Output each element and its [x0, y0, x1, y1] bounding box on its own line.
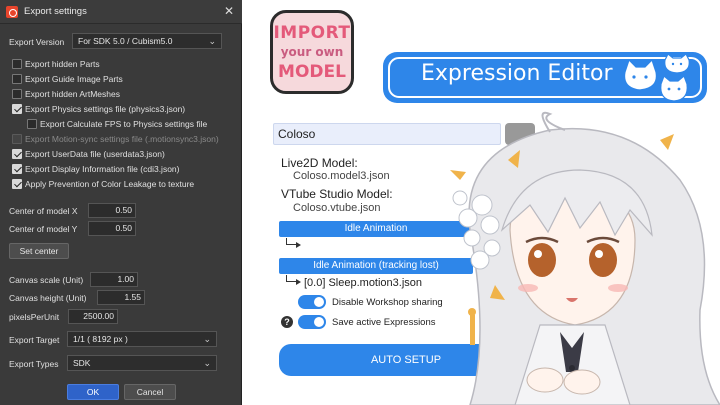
chevron-down-icon: ⌄ — [203, 334, 211, 344]
set-center-button[interactable]: Set center — [9, 243, 69, 259]
disable-workshop-label: Disable Workshop sharing — [332, 297, 443, 308]
checkbox-label: Export hidden ArtMeshes — [25, 89, 120, 99]
idle-lost-file: [0.0] Sleep.motion3.json — [304, 277, 423, 289]
badge-line-1: IMPORT — [273, 23, 351, 43]
checkbox-export-hidden-artmeshes[interactable] — [12, 89, 22, 99]
center-x-input[interactable]: 0.50 — [88, 203, 136, 218]
disable-workshop-toggle[interactable] — [298, 295, 326, 309]
ok-button[interactable]: OK — [67, 384, 119, 400]
import-model-badge: IMPORT your own MODEL — [270, 10, 354, 94]
export-version-label: Export Version — [9, 37, 65, 47]
checkbox-label: Export Motion-sync settings file (.motio… — [25, 134, 219, 144]
export-types-value: SDK — [73, 358, 91, 368]
checkbox-export-hidden-parts[interactable] — [12, 59, 22, 69]
help-icon[interactable]: ? — [281, 316, 293, 328]
export-types-label: Export Types — [9, 359, 59, 369]
save-expressions-label: Save active Expressions — [332, 317, 436, 328]
checkbox-label: Export hidden Parts — [25, 59, 100, 69]
expression-editor-banner: Expression Editor — [383, 52, 707, 103]
chevron-down-icon: ⌄ — [203, 358, 211, 368]
checkbox-export-guide-image-parts[interactable] — [12, 74, 22, 84]
checkbox-label: Export Calculate FPS to Physics settings… — [40, 119, 208, 129]
banner-title: Expression Editor — [421, 61, 613, 86]
badge-line-3: MODEL — [278, 62, 346, 82]
arrow-elbow-icon — [286, 275, 301, 285]
export-version-select[interactable]: For SDK 5.0 / Cubism5.0 ⌄ — [72, 33, 222, 49]
checkbox-label: Export Physics settings file (physics3.j… — [25, 104, 186, 114]
vts-model-heading: VTube Studio Model: — [281, 187, 393, 201]
export-target-select[interactable]: 1/1 ( 8192 px ) ⌄ — [67, 331, 217, 347]
export-target-value: 1/1 ( 8192 px ) — [73, 334, 128, 344]
export-settings-dialog: Export settings ✕ Export Version For SDK… — [0, 0, 242, 405]
checkbox-label: Export Guide Image Parts — [25, 74, 123, 84]
dialog-titlebar: Export settings ✕ — [0, 0, 242, 24]
dialog-title: Export settings — [24, 6, 87, 17]
badge-line-2: your own — [280, 45, 344, 59]
checkbox-label: Apply Prevention of Color Leakage to tex… — [25, 179, 195, 189]
center-y-label: Center of model Y — [9, 224, 78, 234]
arrow-elbow-icon — [286, 238, 301, 248]
app-icon — [6, 6, 18, 18]
vts-model-file: Coloso.vtube.json — [293, 202, 381, 214]
checkbox-export-physics[interactable] — [12, 104, 22, 114]
canvas-height-label: Canvas height (Unit) — [9, 293, 87, 303]
checkbox-export-display-info[interactable] — [12, 164, 22, 174]
live2d-model-heading: Live2D Model: — [281, 156, 358, 170]
canvas-scale-label: Canvas scale (Unit) — [9, 275, 84, 285]
center-y-input[interactable]: 0.50 — [88, 221, 136, 236]
export-version-value: For SDK 5.0 / Cubism5.0 — [78, 36, 173, 46]
chevron-down-icon: ⌄ — [208, 36, 216, 46]
live2d-model-file: Coloso.model3.json — [293, 170, 390, 182]
canvas-height-input[interactable]: 1.55 — [97, 290, 145, 305]
export-types-select[interactable]: SDK ⌄ — [67, 355, 217, 371]
pixels-per-unit-input[interactable]: 2500.00 — [68, 309, 118, 324]
save-expressions-toggle[interactable] — [298, 315, 326, 329]
checkbox-color-leakage[interactable] — [12, 179, 22, 189]
checkbox-label: Export UserData file (userdata3.json) — [25, 149, 165, 159]
canvas-scale-input[interactable]: 1.00 — [90, 272, 138, 287]
center-x-label: Center of model X — [9, 206, 78, 216]
checkbox-export-motion-sync — [12, 134, 22, 144]
checkbox-calculate-fps[interactable] — [27, 119, 37, 129]
checkbox-label: Export Display Information file (cdi3.js… — [25, 164, 180, 174]
pixels-per-unit-label: pixelsPerUnit — [9, 312, 60, 322]
character-illustration — [450, 111, 720, 405]
cat-faces-icon — [623, 54, 690, 102]
export-target-label: Export Target — [9, 335, 60, 345]
cancel-button[interactable]: Cancel — [124, 384, 176, 400]
checkbox-export-userdata[interactable] — [12, 149, 22, 159]
close-icon[interactable]: ✕ — [222, 4, 236, 18]
